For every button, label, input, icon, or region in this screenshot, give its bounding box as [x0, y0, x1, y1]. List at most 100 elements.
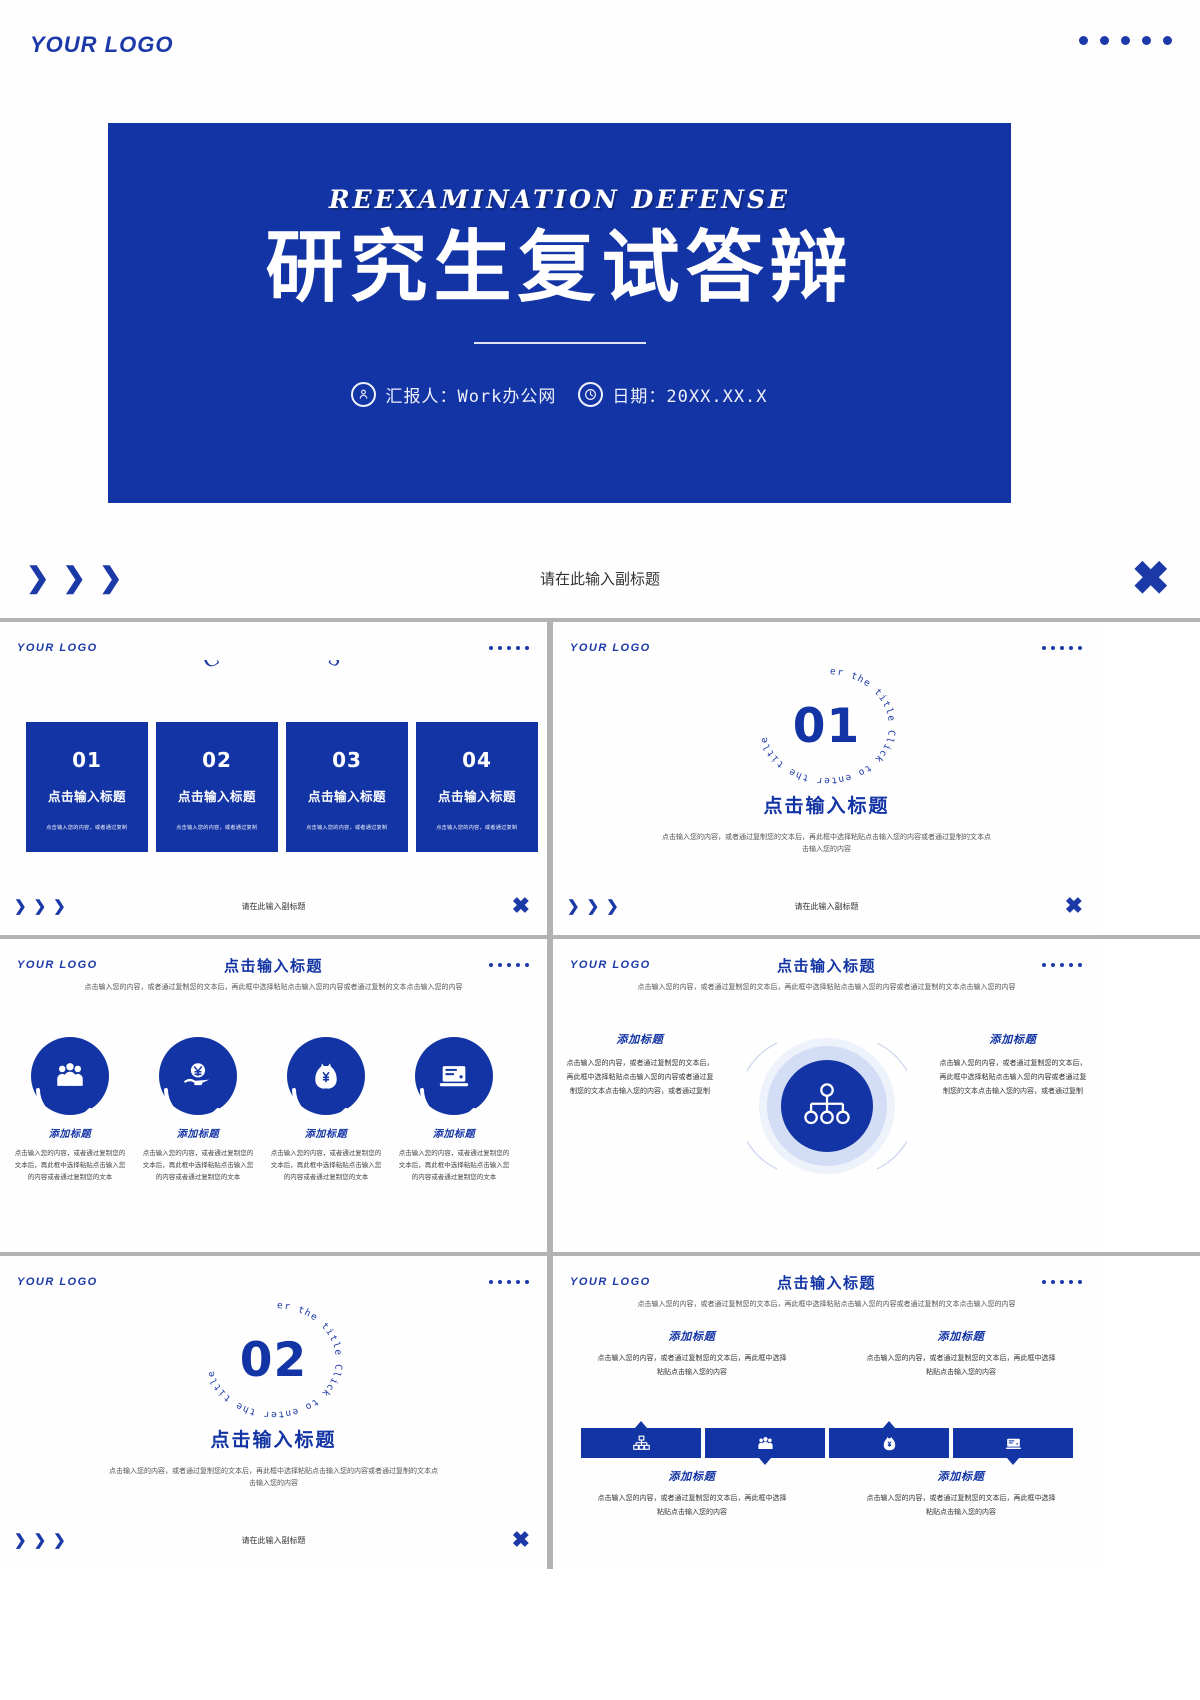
dot — [516, 646, 520, 650]
section-title: 点击输入标题 — [776, 958, 876, 975]
pin-up-icon — [883, 1421, 895, 1428]
arc-decoration — [36, 1088, 92, 1118]
tab-item-laptop[interactable] — [953, 1428, 1073, 1465]
center-graphic-layout: 添加标题 点击输入您的内容，或者通过复制您的文本后，再此框中选择粘贴点击输入您的… — [565, 1031, 1088, 1181]
contents-card-list: 01 点击输入标题 点击输入您的内容，或者通过复制 02 点击输入标题 点击输入… — [26, 722, 538, 852]
card-description: 点击输入您的内容，或者通过复制 — [306, 825, 388, 831]
block-body: 点击输入您的内容，或者通过复制您的文本后，再此框中选择粘贴点击输入您的内容 — [866, 1495, 1056, 1516]
card-number: 04 — [462, 748, 492, 772]
text-block[interactable]: 添加标题 点击输入您的内容，或者通过复制您的文本后，再此框中选择粘贴点击输入您的… — [597, 1328, 787, 1379]
date-label: 日期：20XX.XX.X — [612, 387, 768, 407]
presenter-meta: 汇报人：Work办公网 — [351, 382, 556, 407]
divider-description: 点击输入您的内容，或者通过复制您的文本后，再此框中选择粘贴点击输入您的内容或者通… — [662, 834, 991, 853]
slide-row-a: YOUR LOGO CONTENTS 01 点击输入标题 点击输入您的内容，或者… — [0, 622, 1200, 935]
contents-card[interactable]: 01 点击输入标题 点击输入您的内容，或者通过复制 — [26, 722, 148, 852]
dot — [1078, 646, 1082, 650]
arc-decoration — [164, 1088, 220, 1118]
tab-item-team[interactable] — [705, 1428, 825, 1465]
org-chart-icon — [632, 1435, 650, 1450]
contents-heading-text: CONTENTS — [198, 660, 346, 673]
section-header: 点击输入标题 点击输入您的内容，或者通过复制您的文本后，再此框中选择粘贴点击输入… — [553, 1272, 1100, 1311]
money-bag-icon — [287, 1037, 365, 1118]
laptop-icon — [1005, 1438, 1021, 1449]
footer-subtitle: 请在此输入副标题 — [241, 901, 306, 911]
tab-item-org-chart[interactable] — [581, 1421, 701, 1458]
circular-badge: Click to enter the title Click to enter … — [752, 664, 902, 789]
card-number: 02 — [202, 748, 232, 772]
icon-card[interactable]: 添加标题 点击输入您的内容，或者通过复制您的文本后，再此框中选择粘贴点击输入您的… — [14, 1037, 126, 1184]
team-people-icon — [31, 1037, 109, 1118]
block-body: 点击输入您的内容，或者通过复制您的文本后，再此框中选择粘贴点击输入您的内容 — [597, 1495, 787, 1516]
slide-footer: ❯ ❯ ❯ 请在此输入副标题 ✖ — [0, 1511, 547, 1569]
icon-card[interactable]: 添加标题 点击输入您的内容，或者通过复制您的文本后，再此框中选择粘贴点击输入您的… — [270, 1037, 382, 1184]
contents-card[interactable]: 04 点击输入标题 点击输入您的内容，或者通过复制 — [416, 722, 538, 852]
icon-card[interactable]: 添加标题 点击输入您的内容，或者通过复制您的文本后，再此框中选择粘贴点击输入您的… — [142, 1037, 254, 1184]
dot — [1079, 36, 1088, 45]
contents-card[interactable]: 02 点击输入标题 点击输入您的内容，或者通过复制 — [156, 722, 278, 852]
hero-panel: REEXAMINATION DEFENSE 研究生复试答辩 汇报人：Work办公… — [108, 123, 1011, 503]
text-block[interactable]: 添加标题 点击输入您的内容，或者通过复制您的文本后，再此框中选择粘贴点击输入您的… — [597, 1468, 787, 1519]
dot — [1163, 36, 1172, 45]
card-number: 01 — [72, 748, 102, 772]
icon-card[interactable]: 添加标题 点击输入您的内容，或者通过复制您的文本后，再此框中选择粘贴点击输入您的… — [398, 1037, 510, 1184]
close-icon[interactable]: ✖ — [512, 895, 530, 917]
hero-chinese-title: 研究生复试答辩 — [265, 223, 854, 311]
brand-logo[interactable]: YOUR LOGO — [17, 642, 98, 654]
slide-icons: YOUR LOGO 点击输入标题 点击输入您的内容，或者通过复制您的文本后，再此… — [0, 939, 547, 1252]
brand-logo[interactable]: YOUR LOGO — [570, 642, 651, 654]
slide-row-c: YOUR LOGO Click to enter the title Click… — [0, 1256, 1200, 1569]
section-subtitle: 点击输入您的内容，或者通过复制您的文本后，再此框中选择粘贴点击输入您的内容或者通… — [637, 984, 1016, 991]
tab-strip — [581, 1421, 1073, 1465]
slide-title: YOUR LOGO REEXAMINATION DEFENSE 研究生复试答辩 … — [0, 0, 1200, 618]
hand-yen-icon — [159, 1037, 237, 1118]
close-icon[interactable]: ✖ — [1131, 555, 1170, 601]
pin-down-icon — [1007, 1458, 1019, 1465]
team-people-icon — [757, 1436, 773, 1449]
close-icon[interactable]: ✖ — [1065, 895, 1083, 917]
dot — [516, 1280, 520, 1284]
hero-english-title: REEXAMINATION DEFENSE — [328, 185, 791, 214]
clock-icon — [578, 382, 604, 407]
brand-logo[interactable]: YOUR LOGO — [17, 1276, 98, 1288]
dot — [1060, 646, 1064, 650]
dot — [507, 646, 511, 650]
dot — [507, 1280, 511, 1284]
section-header: 点击输入标题 点击输入您的内容，或者通过复制您的文本后，再此框中选择粘贴点击输入… — [553, 955, 1100, 994]
right-block[interactable]: 添加标题 点击输入您的内容，或者通过复制您的文本后，再此框中选择粘贴点击输入您的… — [938, 1031, 1088, 1099]
date-meta: 日期：20XX.XX.X — [578, 382, 767, 407]
slide-tabs: YOUR LOGO 点击输入标题 点击输入您的内容，或者通过复制您的文本后，再此… — [553, 1256, 1100, 1569]
left-block[interactable]: 添加标题 点击输入您的内容，或者通过复制您的文本后，再此框中选择粘贴点击输入您的… — [565, 1031, 715, 1099]
header-dots — [489, 646, 529, 650]
right-block-title: 添加标题 — [989, 1034, 1037, 1046]
section-subtitle: 点击输入您的内容，或者通过复制您的文本后，再此框中选择粘贴点击输入您的内容或者通… — [84, 984, 463, 991]
user-icon — [351, 382, 377, 407]
pin-down-icon — [759, 1458, 771, 1465]
brand-logo[interactable]: YOUR LOGO — [30, 32, 173, 58]
dot — [525, 1280, 529, 1284]
dot — [1142, 36, 1151, 45]
divider-title: 点击输入标题 — [210, 1430, 337, 1451]
arc-decoration — [420, 1088, 476, 1118]
block-title: 添加标题 — [937, 1331, 985, 1343]
icon-card-body: 点击输入您的内容，或者通过复制您的文本后，再此框中选择粘贴点击输入您的内容或者通… — [398, 1150, 510, 1182]
tab-item-money[interactable] — [829, 1421, 949, 1458]
divider-number: 01 — [792, 699, 861, 754]
contents-card[interactable]: 03 点击输入标题 点击输入您的内容，或者通过复制 — [286, 722, 408, 852]
dot — [1121, 36, 1130, 45]
section-title: 点击输入标题 — [223, 958, 323, 975]
icon-card-body: 点击输入您的内容，或者通过复制您的文本后，再此框中选择粘贴点击输入您的内容或者通… — [14, 1150, 126, 1182]
dot — [1051, 646, 1055, 650]
dot — [489, 1280, 493, 1284]
icon-card-body: 点击输入您的内容，或者通过复制您的文本后，再此框中选择粘贴点击输入您的内容或者通… — [142, 1150, 254, 1182]
icon-card-label: 添加标题 — [304, 1129, 348, 1140]
slide-footer: ❯ ❯ ❯ 请在此输入副标题 ✖ — [553, 877, 1100, 935]
close-icon[interactable]: ✖ — [512, 1529, 530, 1551]
hero-divider-rule — [473, 342, 646, 344]
block-body: 点击输入您的内容，或者通过复制您的文本后，再此框中选择粘贴点击输入您的内容 — [597, 1355, 787, 1376]
slide-divider-two: YOUR LOGO Click to enter the title Click… — [0, 1256, 547, 1569]
top-block-list: 添加标题 点击输入您的内容，或者通过复制您的文本后，再此框中选择粘贴点击输入您的… — [597, 1328, 1056, 1379]
card-number: 03 — [332, 748, 362, 772]
divider-description: 点击输入您的内容，或者通过复制您的文本后，再此框中选择粘贴点击输入您的内容或者通… — [109, 1468, 438, 1487]
text-block[interactable]: 添加标题 点击输入您的内容，或者通过复制您的文本后，再此框中选择粘贴点击输入您的… — [866, 1468, 1056, 1519]
text-block[interactable]: 添加标题 点击输入您的内容，或者通过复制您的文本后，再此框中选择粘贴点击输入您的… — [866, 1328, 1056, 1379]
